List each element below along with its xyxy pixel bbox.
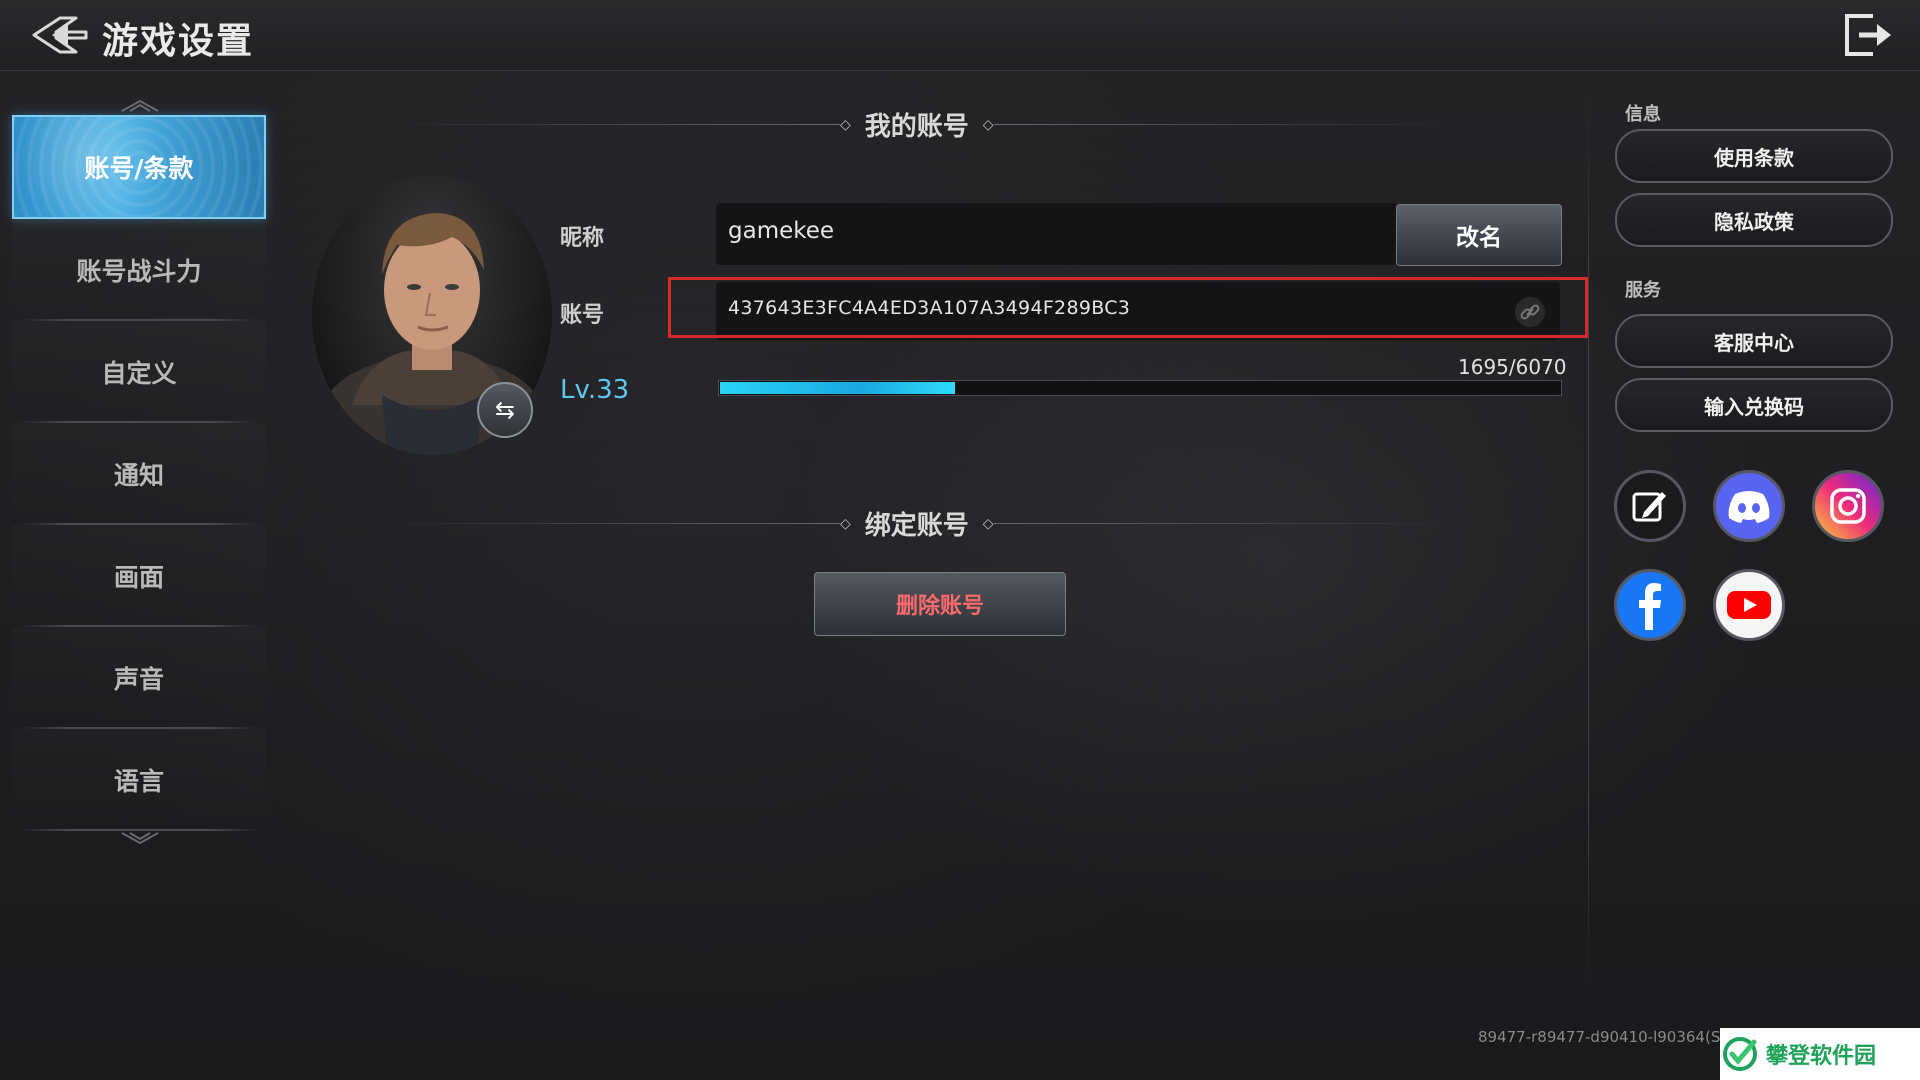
sidebar: 账号/条款 账号战斗力 自定义 通知 画面 声音 语言 <box>12 99 266 845</box>
sidebar-item-notification[interactable]: 通知 <box>12 423 266 525</box>
version-text: 89477-r89477-d90410-l90364(S <box>1478 1028 1721 1046</box>
terms-of-use-button[interactable]: 使用条款 <box>1615 129 1893 183</box>
sidebar-item-label: 通知 <box>113 461 164 490</box>
watermark-badge: 攀登软件园 <box>1720 1028 1920 1080</box>
checkmark-logo-icon <box>1723 1037 1757 1071</box>
sidebar-item-graphics[interactable]: 画面 <box>12 525 266 627</box>
customer-service-button[interactable]: 客服中心 <box>1615 314 1893 368</box>
divider-line <box>993 124 1454 125</box>
top-bar: 游戏设置 <box>0 0 1920 71</box>
divider-line <box>993 523 1454 524</box>
sidebar-item-label: 账号/条款 <box>84 154 194 183</box>
exp-progress-bar <box>718 380 1562 396</box>
sidebar-item-account-power[interactable]: 账号战斗力 <box>12 219 266 321</box>
info-group-label: 信息 <box>1625 104 1661 125</box>
privacy-policy-button[interactable]: 隐私政策 <box>1615 193 1893 247</box>
diamond-icon: ◇ <box>982 515 994 532</box>
instagram-icon[interactable] <box>1812 470 1884 542</box>
nickname-value: gamekee <box>728 218 835 244</box>
nickname-label: 昵称 <box>560 226 605 251</box>
vertical-divider <box>1588 100 1589 990</box>
service-group-label: 服务 <box>1625 280 1661 301</box>
diamond-icon: ◇ <box>840 515 851 532</box>
redeem-code-button[interactable]: 输入兑换码 <box>1615 378 1893 432</box>
sidebar-bottom-ornament <box>121 832 159 845</box>
section-title: 绑定账号 <box>864 511 969 541</box>
diamond-icon: ◇ <box>982 116 994 133</box>
exit-icon[interactable] <box>1843 12 1895 58</box>
level-text: Lv.33 <box>560 375 630 405</box>
youtube-icon[interactable] <box>1713 569 1785 641</box>
back-arrow-icon[interactable] <box>30 10 90 60</box>
sidebar-item-sound[interactable]: 声音 <box>12 627 266 729</box>
sidebar-top-ornament <box>121 99 159 112</box>
section-title: 我的账号 <box>864 112 969 142</box>
sidebar-item-label: 账号战斗力 <box>76 257 202 286</box>
watermark-text: 攀登软件园 <box>1766 1044 1877 1069</box>
divider-line <box>380 523 840 524</box>
sidebar-item-label: 画面 <box>113 563 164 592</box>
sidebar-item-customize[interactable]: 自定义 <box>12 321 266 423</box>
rename-button[interactable]: 改名 <box>1396 204 1562 266</box>
account-label: 账号 <box>560 303 605 328</box>
delete-account-button[interactable]: 删除账号 <box>814 572 1066 636</box>
facebook-icon[interactable] <box>1614 569 1686 641</box>
account-highlight-box <box>668 277 1588 338</box>
discord-icon[interactable] <box>1713 470 1785 542</box>
sidebar-item-label: 自定义 <box>101 359 177 388</box>
sidebar-item-account-terms[interactable]: 账号/条款 <box>12 115 266 219</box>
exp-progress-fill <box>720 382 955 394</box>
bind-account-heading: ◇ 绑定账号 ◇ <box>380 505 1454 542</box>
divider-line <box>380 124 840 125</box>
swap-avatar-button[interactable]: ⇆ <box>477 382 533 438</box>
sidebar-item-language[interactable]: 语言 <box>12 729 266 831</box>
edit-icon[interactable] <box>1614 470 1686 542</box>
sidebar-item-label: 语言 <box>113 767 164 796</box>
page-title: 游戏设置 <box>102 21 255 62</box>
diamond-icon: ◇ <box>840 116 851 133</box>
exp-text: 1695/6070 <box>1458 355 1567 379</box>
my-account-heading: ◇ 我的账号 ◇ <box>380 106 1454 143</box>
sidebar-item-label: 声音 <box>113 665 164 694</box>
swap-arrows-icon: ⇆ <box>494 396 516 424</box>
